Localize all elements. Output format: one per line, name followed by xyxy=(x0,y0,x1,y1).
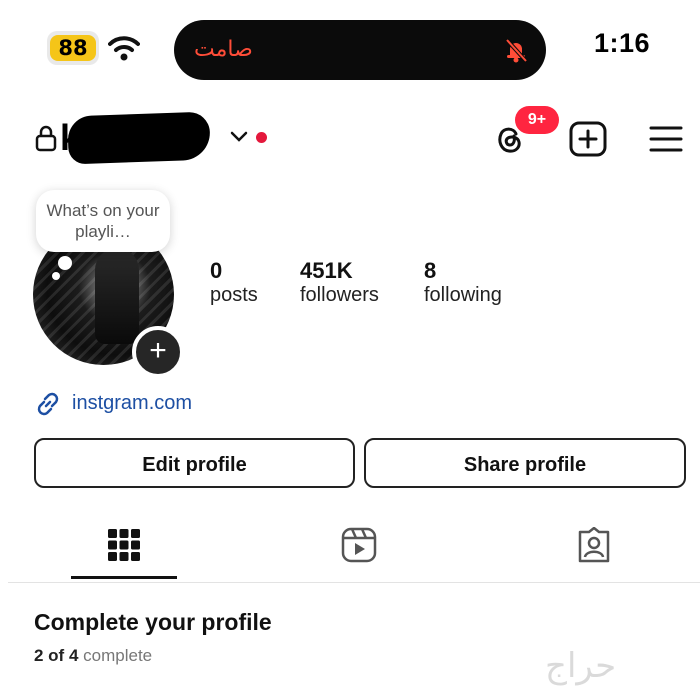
tab-divider xyxy=(8,582,700,583)
complete-profile-title: Complete your profile xyxy=(34,609,272,635)
link-icon xyxy=(37,392,59,416)
wifi-icon xyxy=(108,36,140,61)
note-bubble-tail-small xyxy=(52,272,60,280)
stat-value: 451K xyxy=(300,258,353,283)
silent-mode-label: صامت xyxy=(194,37,253,62)
note-bubble[interactable]: What’s on your playli… xyxy=(36,190,170,252)
grid-icon[interactable] xyxy=(106,527,142,563)
clock: 1:16 xyxy=(594,28,651,58)
lock-icon xyxy=(35,125,57,152)
progress-suffix: complete xyxy=(83,646,153,665)
watermark: حراج xyxy=(545,646,617,686)
create-post-icon[interactable] xyxy=(569,121,607,157)
stat-label: following xyxy=(424,284,502,306)
stat-value: 0 xyxy=(210,258,223,283)
avatar-photo-figure xyxy=(95,248,139,344)
menu-icon[interactable] xyxy=(649,124,683,154)
unread-dot xyxy=(256,132,267,143)
edit-profile-button[interactable]: Edit profile xyxy=(34,438,355,488)
complete-profile-progress: 2 of 4 complete xyxy=(34,646,152,666)
stat-label: posts xyxy=(210,284,258,306)
add-story-button[interactable]: + xyxy=(132,326,184,378)
tagged-icon[interactable] xyxy=(576,527,612,563)
share-profile-button[interactable]: Share profile xyxy=(364,438,686,488)
stat-label: followers xyxy=(300,284,379,306)
stat-following[interactable]: 8 following xyxy=(424,258,502,307)
progress-count: 2 of 4 xyxy=(34,646,79,665)
chevron-down-icon[interactable] xyxy=(230,130,248,144)
redaction-mark xyxy=(67,111,211,165)
profile-link[interactable]: instgram.com xyxy=(72,392,192,415)
stat-value: 8 xyxy=(424,258,437,283)
active-tab-indicator xyxy=(71,576,177,579)
reels-icon[interactable] xyxy=(341,527,377,563)
note-bubble-tail xyxy=(58,256,72,270)
stat-followers[interactable]: 451K followers xyxy=(300,258,379,307)
dynamic-island[interactable]: صامت xyxy=(174,20,546,80)
bell-muted-icon xyxy=(505,38,528,63)
stat-posts[interactable]: 0 posts xyxy=(210,258,258,307)
battery-indicator: 88 xyxy=(50,35,96,61)
note-text: What’s on your playli… xyxy=(46,201,160,241)
notification-badge: 9+ xyxy=(515,106,559,134)
